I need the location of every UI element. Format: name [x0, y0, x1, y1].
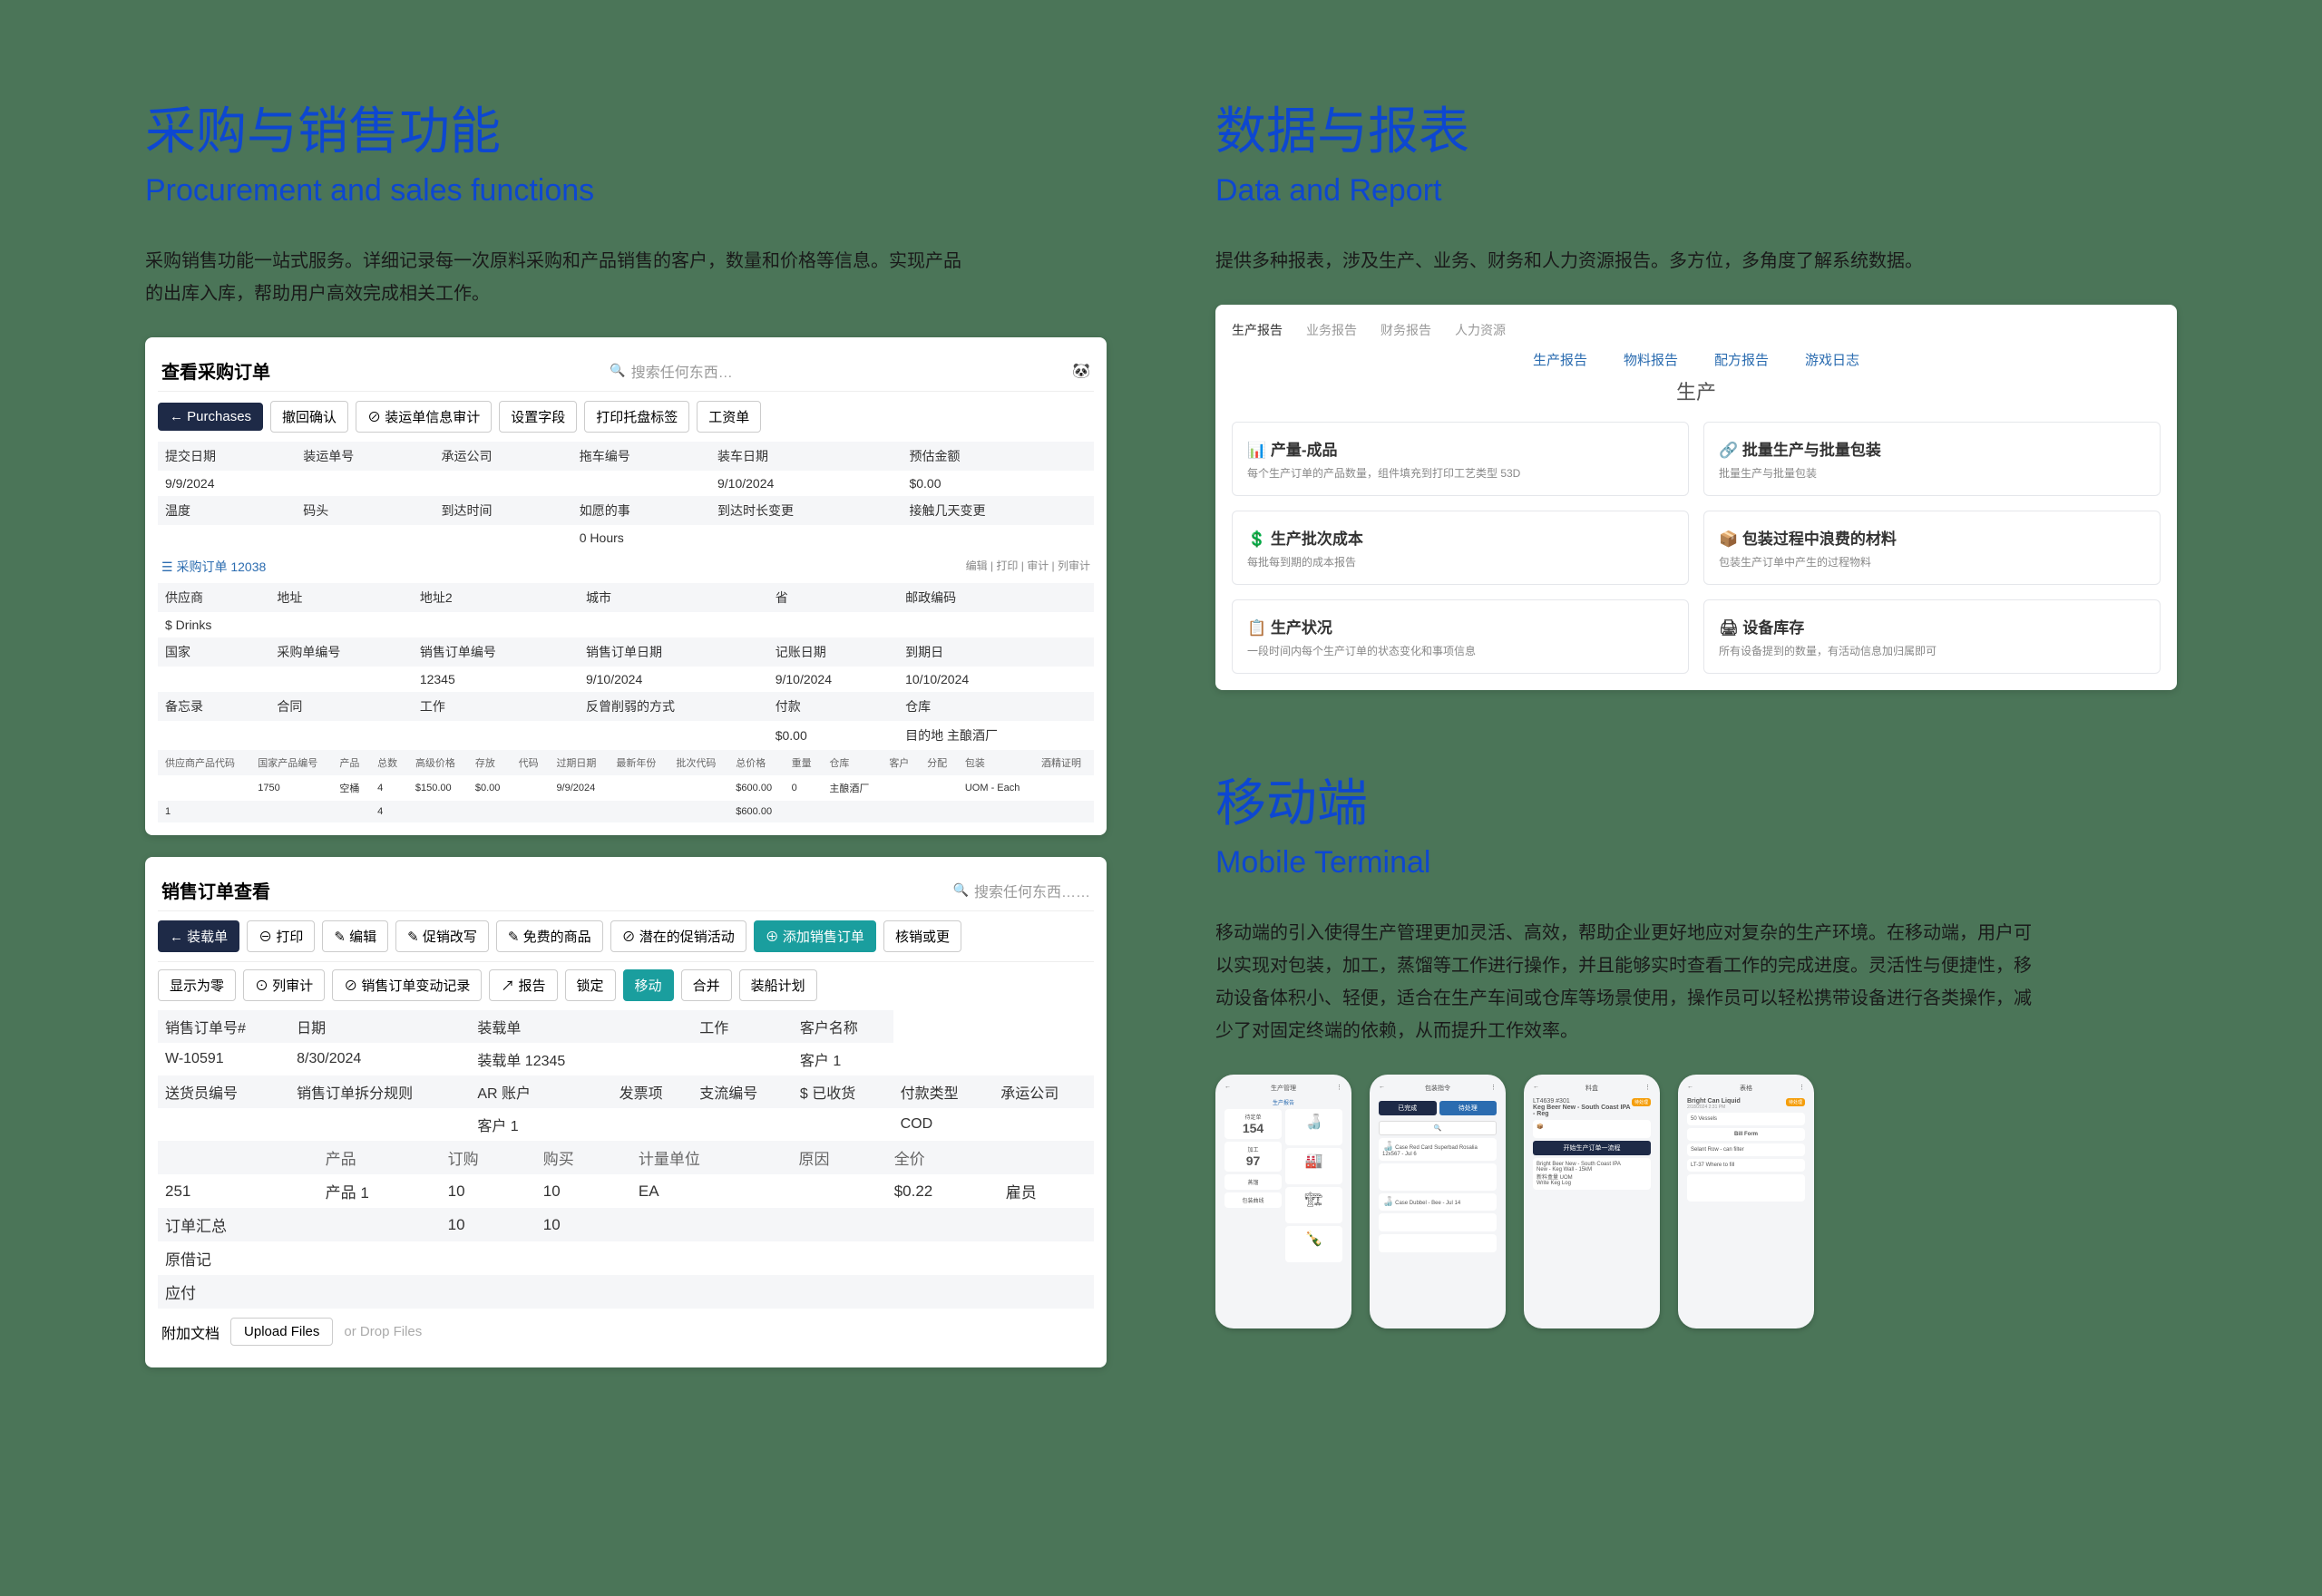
report-card[interactable]: 🖨 设备库存所有设备提到的数量，有活动信息加归属即可	[1703, 599, 2161, 674]
fields-button[interactable]: 设置字段	[499, 401, 577, 433]
potential-button[interactable]: ⊘ 潜在的促销活动	[610, 920, 746, 952]
print-label-button[interactable]: 打印托盘标签	[584, 401, 689, 433]
drop-hint: or Drop Files	[344, 1324, 422, 1339]
report-card[interactable]: 🔗 批量生产与批量包装批量生产与批量包装	[1703, 422, 2161, 496]
section-desc: 采购销售功能一站式服务。详细记录每一次原料采购和产品销售的客户，数量和价格等信息…	[145, 245, 961, 310]
po-section-actions[interactable]: 编辑 | 打印 | 审计 | 列审计	[966, 558, 1090, 576]
merge-button[interactable]: 合并	[681, 969, 732, 1001]
lock-button[interactable]: 锁定	[565, 969, 616, 1001]
edit-button[interactable]: ✎ 编辑	[322, 920, 388, 952]
reports-panel: 生产报告 业务报告 财务报告 人力资源 生产报告 物料报告 配方报告 游戏日志 …	[1215, 305, 2177, 690]
free-button[interactable]: ✎ 免费的商品	[496, 920, 603, 952]
colaudit-button[interactable]: ⊙ 列审计	[243, 969, 325, 1001]
data-title-cn: 数据与报表	[1215, 91, 2177, 164]
mobile-title-en: Mobile Terminal	[1215, 845, 2177, 881]
promo-button[interactable]: ✎ 促销改写	[395, 920, 489, 952]
notification-icon[interactable]: 🐼	[1072, 362, 1090, 380]
tab-production[interactable]: 生产报告	[1232, 321, 1283, 339]
showzero-button[interactable]: 显示为零	[158, 969, 236, 1001]
subtab-material[interactable]: 物料报告	[1624, 350, 1678, 369]
writeoff-button[interactable]: 核销或更	[883, 920, 961, 952]
section-title-cn: 采购与销售功能	[145, 91, 1107, 164]
phone-1: ←生产管理⋮ 生产报告 待定单154 加工97 蒸馏 包装曲线 🍶 🏭 🏗 🍾	[1215, 1075, 1351, 1328]
changelog-button[interactable]: ⊘ 销售订单变动记录	[332, 969, 482, 1001]
tab-hr[interactable]: 人力资源	[1455, 321, 1506, 339]
upload-button[interactable]: Upload Files	[230, 1318, 333, 1346]
po-section-link[interactable]: ☰ 采购订单 12038	[161, 558, 266, 576]
back-load-button[interactable]: ← 装载单	[158, 920, 239, 952]
data-title-en: Data and Report	[1215, 173, 2177, 209]
audit-button[interactable]: ⊘ 装运单信息审计	[356, 401, 492, 433]
data-desc: 提供多种报表，涉及生产、业务、财务和人力资源报告。多方位，多角度了解系统数据。	[1215, 245, 2032, 277]
back-purchases-button[interactable]: ← Purchases	[158, 403, 263, 431]
print-button[interactable]: ⊖ 打印	[247, 920, 315, 952]
recall-button[interactable]: 撤回确认	[270, 401, 348, 433]
purchase-order-panel: 查看采购订单 搜索任何东西… 🐼 ← Purchases 撤回确认 ⊘ 装运单信…	[145, 337, 1107, 835]
po-title: 查看采购订单	[161, 357, 270, 384]
phone-4: ←表格⋮ Bright Can Liquid待处理 2/18/2024 2:31…	[1678, 1075, 1814, 1328]
ship-plan-button[interactable]: 装船计划	[739, 969, 817, 1001]
report-button[interactable]: ↗ 报告	[489, 969, 557, 1001]
phone-2: ←包装指令⋮ 已完成待处理 🔍 🍶 Case Red Card Superbad…	[1370, 1075, 1506, 1328]
report-card[interactable]: 💲 生产批次成本每批每到期的成本报告	[1232, 511, 1689, 585]
payroll-button[interactable]: 工资单	[697, 401, 761, 433]
mobile-previews: ←生产管理⋮ 生产报告 待定单154 加工97 蒸馏 包装曲线 🍶 🏭 🏗 🍾	[1215, 1075, 2177, 1328]
sales-order-panel: 销售订单查看 搜索任何东西…… ← 装载单 ⊖ 打印 ✎ 编辑 ✎ 促销改写 ✎…	[145, 857, 1107, 1367]
attach-label: 附加文档	[161, 1321, 220, 1343]
search-input[interactable]: 搜索任何东西…	[610, 360, 732, 382]
phone-3: ←料盒⋮ LT4639 #301待处理 Keg Beer New - South…	[1524, 1075, 1660, 1328]
so-search[interactable]: 搜索任何东西……	[953, 880, 1090, 901]
report-card[interactable]: 📋 生产状况一段时间内每个生产订单的状态变化和事项信息	[1232, 599, 1689, 674]
subtab-prod[interactable]: 生产报告	[1533, 350, 1587, 369]
subtab-recipe[interactable]: 配方报告	[1714, 350, 1769, 369]
tab-business[interactable]: 业务报告	[1306, 321, 1357, 339]
so-title: 销售订单查看	[161, 877, 270, 903]
add-so-button[interactable]: ⊕ 添加销售订单	[754, 920, 876, 952]
tab-finance[interactable]: 财务报告	[1381, 321, 1431, 339]
report-head: 生产	[1232, 376, 2161, 405]
report-card[interactable]: 📦 包装过程中浪费的材料包装生产订单中产生的过程物料	[1703, 511, 2161, 585]
mobile-title-cn: 移动端	[1215, 763, 2177, 836]
report-card[interactable]: 📊 产量-成品每个生产订单的产品数量，组件填充到打印工艺类型 53D	[1232, 422, 1689, 496]
subtab-log[interactable]: 游戏日志	[1805, 350, 1859, 369]
move-button[interactable]: 移动	[623, 969, 674, 1001]
mobile-desc: 移动端的引入使得生产管理更加灵活、高效，帮助企业更好地应对复杂的生产环境。在移动…	[1215, 917, 2032, 1047]
section-title-en: Procurement and sales functions	[145, 173, 1107, 209]
